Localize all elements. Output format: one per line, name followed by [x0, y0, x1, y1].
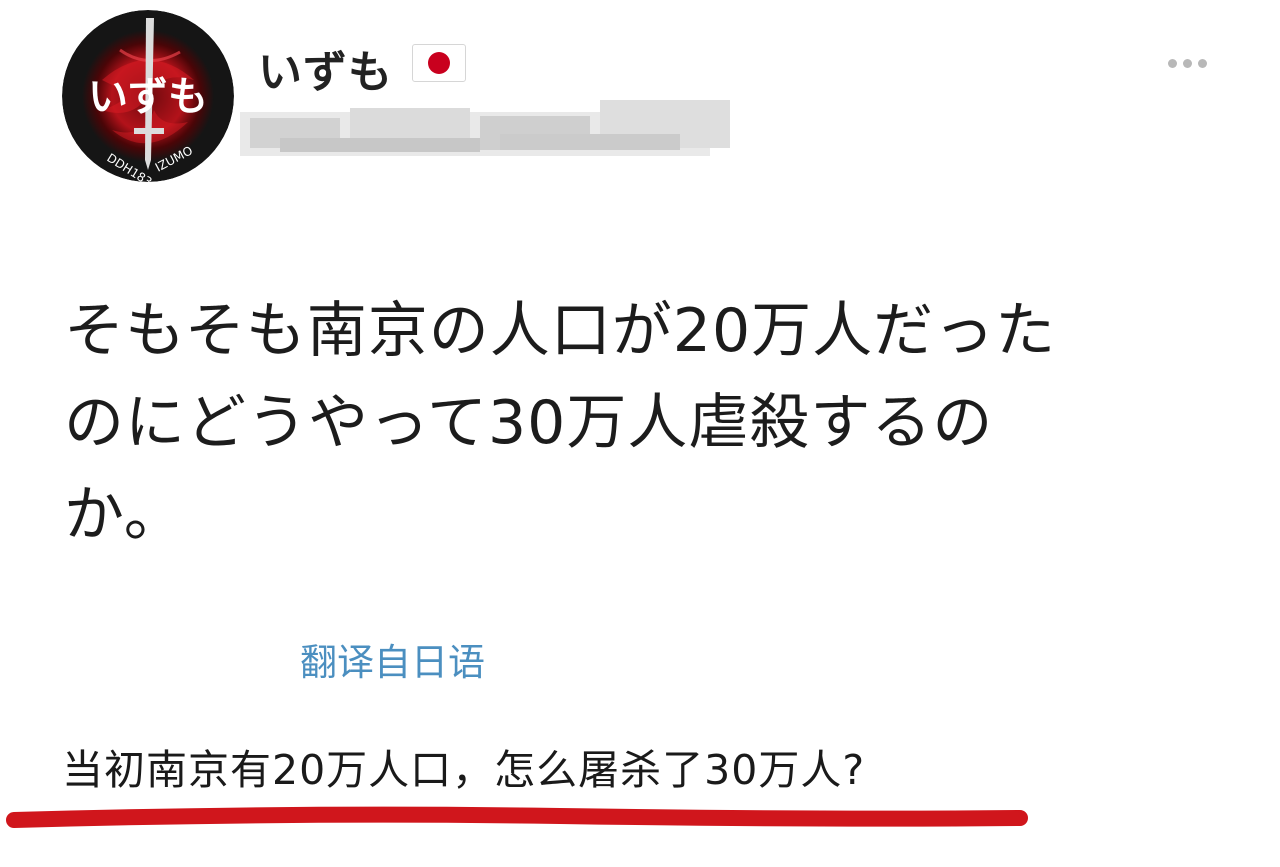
more-dots-icon[interactable]: [1168, 55, 1216, 71]
redacted-handle: [240, 100, 730, 156]
japan-flag-icon: [412, 44, 466, 82]
post-text: そもそも南京の人口が20万人だった のにどうやって30万人虐殺するの か。: [64, 285, 1194, 561]
post-text-line: か。: [64, 480, 185, 550]
translated-text: 当初南京有20万人口，怎么屠杀了30万人?: [62, 746, 866, 794]
avatar-emblem: いずも DDH183 IZUMO: [62, 10, 234, 182]
red-highlight-underline: [6, 806, 1028, 828]
translate-link[interactable]: 翻译自日语: [300, 632, 485, 686]
post-text-line: のにどうやって30万人虐殺するの: [64, 388, 994, 458]
avatar[interactable]: いずも DDH183 IZUMO: [62, 10, 234, 182]
avatar-text: いずも: [88, 73, 208, 120]
social-post: いずも DDH183 IZUMO いずも そもそも南京の人口が20万人だった の…: [0, 0, 1280, 867]
post-text-line: そもそも南京の人口が20万人だった: [64, 296, 1057, 366]
